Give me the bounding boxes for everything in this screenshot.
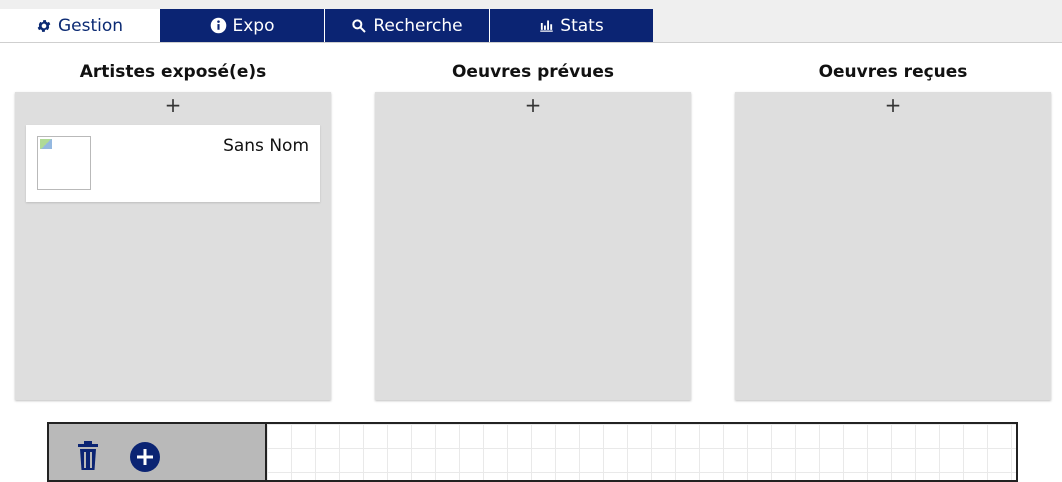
trash-icon[interactable] [75,440,101,474]
artiste-card[interactable]: Sans Nom [26,125,320,202]
oeuvres-recues-panel: + [735,92,1051,400]
tab-expo-label: Expo [232,15,275,36]
column-title-oeuvres-recues: Oeuvres reçues [818,62,968,82]
search-icon [351,18,367,34]
artiste-name: Sans Nom [223,136,309,156]
tab-recherche[interactable]: Recherche [324,9,489,42]
plus-circle-icon[interactable] [129,441,161,477]
tab-stats[interactable]: Stats [489,9,653,42]
oeuvres-prevues-panel: + [375,92,691,400]
gear-icon [36,18,52,34]
tab-stats-label: Stats [560,15,604,36]
info-icon [210,17,227,34]
bottom-panel [47,422,1018,482]
tab-bar: Gestion Expo Recherche Stats [0,0,1062,43]
tab-recherche-label: Recherche [373,15,463,36]
stats-icon [539,18,554,33]
tab-expo[interactable]: Expo [159,9,324,42]
artistes-panel: + Sans Nom [15,92,331,400]
add-oeuvre-recue-button[interactable]: + [881,94,906,116]
tab-gestion-label: Gestion [57,15,124,36]
artiste-thumbnail [37,136,91,190]
canvas-grid[interactable] [267,424,1016,480]
tab-gestion[interactable]: Gestion [0,9,159,42]
add-oeuvre-prevue-button[interactable]: + [521,94,546,116]
column-title-artistes: Artistes exposé(e)s [79,62,267,82]
bottom-toolbar [49,424,267,480]
column-title-oeuvres-prevues: Oeuvres prévues [451,62,615,82]
add-artiste-button[interactable]: + [161,94,186,116]
